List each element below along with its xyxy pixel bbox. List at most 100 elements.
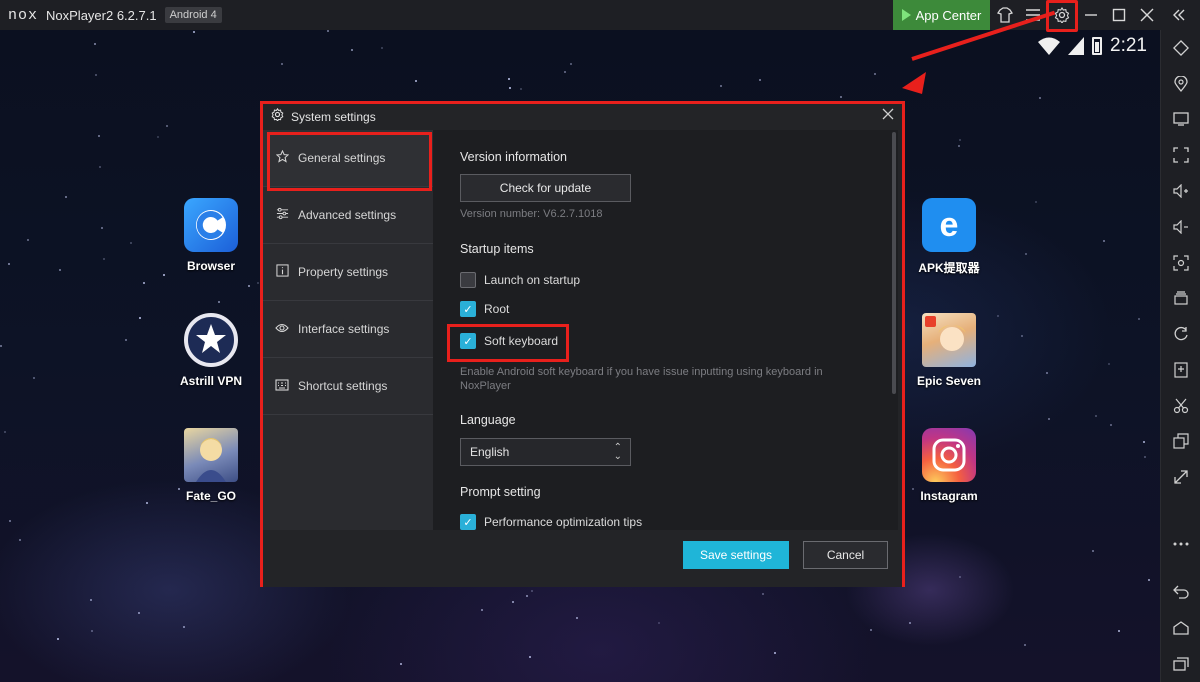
- option-label: Launch on startup: [484, 273, 581, 287]
- launch-on-startup-checkbox[interactable]: [460, 272, 476, 288]
- version-section-title: Version information: [460, 150, 568, 164]
- background-star: [564, 71, 566, 73]
- background-star: [351, 49, 353, 51]
- annotation-arrow-head: [902, 72, 926, 94]
- volume-up-icon[interactable]: [1161, 177, 1200, 205]
- app-instagram[interactable]: Instagram: [909, 428, 989, 503]
- multi-instance-icon[interactable]: [1161, 284, 1200, 312]
- background-star: [125, 339, 127, 341]
- cancel-button[interactable]: Cancel: [803, 541, 888, 569]
- wifi-icon: [1038, 37, 1060, 55]
- background-star: [101, 227, 103, 229]
- check-update-button[interactable]: Check for update: [460, 174, 631, 202]
- performance-tips-option[interactable]: ✓ Performance optimization tips: [460, 514, 642, 530]
- background-star: [720, 85, 722, 87]
- add-apk-icon[interactable]: [1161, 356, 1200, 384]
- collapse-sidebar-icon[interactable]: [1169, 5, 1189, 25]
- background-star: [774, 652, 776, 654]
- nav-advanced-settings[interactable]: Advanced settings: [263, 187, 433, 244]
- background-star: [248, 285, 250, 287]
- app-center-button[interactable]: App Center: [893, 0, 990, 30]
- nav-label: Interface settings: [298, 322, 390, 336]
- content-scrollbar[interactable]: [892, 132, 896, 394]
- save-settings-button[interactable]: Save settings: [683, 541, 789, 569]
- volume-down-icon[interactable]: [1161, 213, 1200, 241]
- soft-keyboard-hint-cont: NoxPlayer: [460, 380, 511, 392]
- background-star: [95, 74, 97, 76]
- background-star: [520, 88, 522, 90]
- background-star: [1095, 415, 1097, 417]
- background-star: [146, 502, 148, 504]
- background-star: [59, 269, 61, 271]
- scissors-icon[interactable]: [1161, 392, 1200, 420]
- launch-on-startup-option[interactable]: Launch on startup: [460, 272, 580, 288]
- background-star: [281, 63, 283, 65]
- nav-interface-settings[interactable]: Interface settings: [263, 301, 433, 358]
- background-star: [183, 626, 185, 628]
- background-star: [65, 196, 67, 198]
- background-star: [1048, 418, 1050, 420]
- screen-icon[interactable]: [1161, 105, 1200, 133]
- keymapping-icon[interactable]: [1161, 34, 1200, 62]
- resize-icon[interactable]: [1161, 463, 1200, 491]
- background-star: [130, 242, 132, 244]
- multi-window-icon[interactable]: [1161, 427, 1200, 455]
- browser-icon: [184, 198, 238, 252]
- settings-content: Version information Check for update Ver…: [433, 130, 898, 530]
- epic-seven-icon: [922, 313, 976, 367]
- performance-tips-checkbox[interactable]: ✓: [460, 514, 476, 530]
- dialog-footer: Save settings Cancel: [263, 530, 902, 587]
- app-apk-extractor[interactable]: e APK提取器: [909, 198, 989, 276]
- screenshot-icon[interactable]: [1161, 249, 1200, 277]
- app-astrill-vpn[interactable]: Astrill VPN: [171, 313, 251, 388]
- app-fate-go[interactable]: Fate_GO: [171, 428, 251, 503]
- nav-shortcut-settings[interactable]: Shortcut settings: [263, 358, 433, 415]
- background-star: [997, 315, 999, 317]
- root-checkbox[interactable]: ✓: [460, 301, 476, 317]
- back-icon[interactable]: [1161, 578, 1200, 606]
- dialog-title: System settings: [291, 110, 376, 124]
- sync-icon[interactable]: [1161, 320, 1200, 348]
- home-icon[interactable]: [1161, 614, 1200, 642]
- background-star: [959, 139, 961, 141]
- background-star: [27, 239, 29, 241]
- background-star: [1021, 335, 1023, 337]
- minimize-icon[interactable]: [1081, 5, 1101, 25]
- location-icon[interactable]: [1161, 70, 1200, 98]
- root-option[interactable]: ✓ Root: [460, 301, 509, 317]
- app-epic-seven[interactable]: Epic Seven: [909, 313, 989, 388]
- background-star: [94, 43, 96, 45]
- close-icon[interactable]: [1137, 5, 1157, 25]
- option-label: Root: [484, 302, 510, 316]
- nav-label: Shortcut settings: [298, 379, 388, 393]
- instagram-icon: [922, 428, 976, 482]
- startup-section-title: Startup items: [460, 242, 534, 256]
- nav-highlight-box: [267, 132, 432, 191]
- app-label: Epic Seven: [916, 374, 982, 388]
- background-star: [840, 96, 842, 98]
- keyboard-icon: [275, 378, 289, 394]
- background-star: [909, 622, 911, 624]
- dialog-header: System settings: [263, 104, 902, 130]
- background-star: [400, 663, 402, 665]
- background-star: [529, 656, 531, 658]
- background-star: [4, 431, 6, 433]
- fate-go-icon: [184, 428, 238, 482]
- theme-icon[interactable]: [995, 5, 1015, 25]
- background-star: [57, 638, 59, 640]
- background-star: [91, 630, 93, 632]
- recent-apps-icon[interactable]: [1161, 650, 1200, 678]
- right-toolbar: [1160, 30, 1200, 682]
- more-options-icon[interactable]: [1161, 530, 1200, 558]
- language-select[interactable]: English ⌃ ⌄: [460, 438, 631, 466]
- background-star: [19, 539, 21, 541]
- maximize-icon[interactable]: [1109, 5, 1129, 25]
- nox-logo: nox: [8, 6, 39, 24]
- nav-property-settings[interactable]: Property settings: [263, 244, 433, 301]
- background-star: [958, 145, 960, 147]
- background-star: [481, 609, 483, 611]
- fullscreen-icon[interactable]: [1161, 141, 1200, 169]
- app-browser[interactable]: Browser: [171, 198, 251, 273]
- eye-icon: [275, 322, 289, 337]
- close-icon[interactable]: [882, 107, 894, 125]
